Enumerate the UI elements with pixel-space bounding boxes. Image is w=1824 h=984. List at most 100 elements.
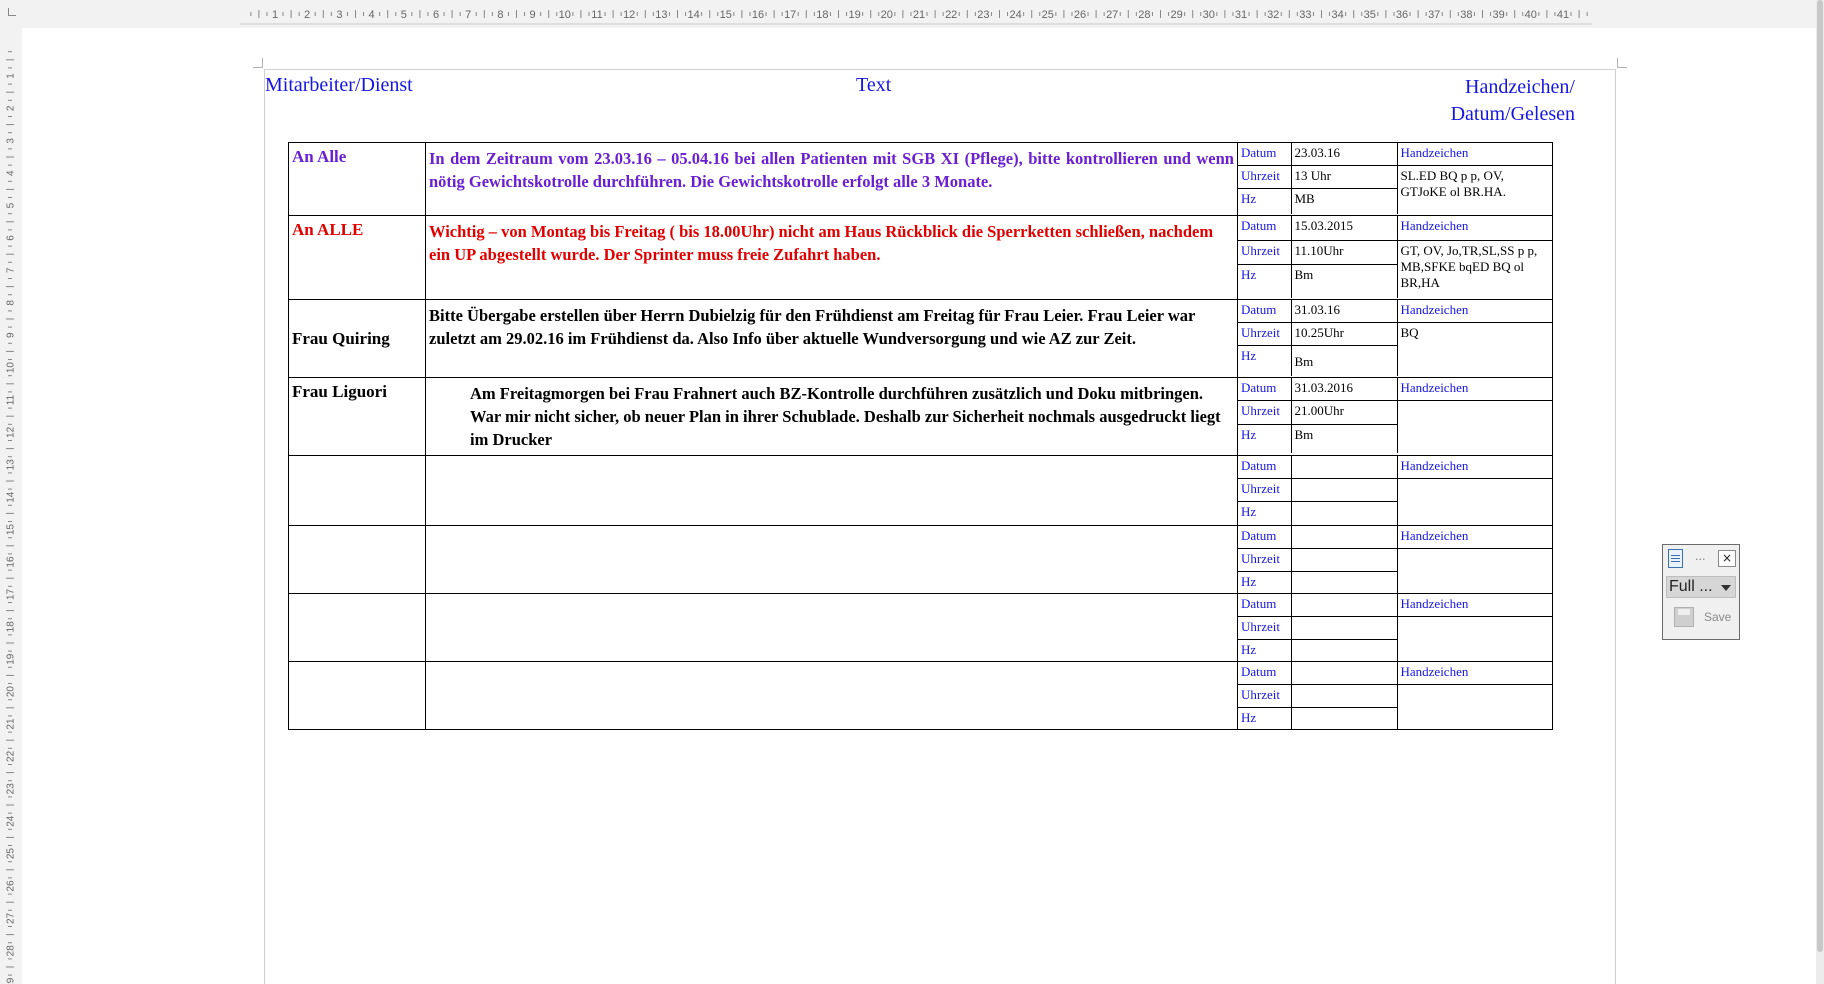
ruler-label: 38	[1460, 9, 1472, 21]
signatures-value[interactable]	[1397, 616, 1552, 661]
ruler-label: 26	[6, 880, 17, 892]
page-corner-mark	[1617, 58, 1627, 68]
header-text: Text	[856, 74, 892, 96]
table-row: Frau Liguori Am Freitagmorgen bei Frau F…	[288, 377, 1553, 456]
meta-table: Datum Handzeichen Uhrzeit Hz	[1238, 662, 1552, 729]
ruler-label: 34	[1331, 9, 1343, 21]
horizontal-ruler-scale: 1 2 3 4 5 6 7 8 9 10 11 12 13 14 15 16 17 18 19 20 21 22 23 24 2…	[240, 3, 1592, 25]
uhrzeit-value[interactable]	[1291, 684, 1398, 708]
header-handzeichen-line1: Handzeichen/	[1465, 76, 1575, 98]
hz-value[interactable]: Bm	[1291, 264, 1398, 298]
signatures-value[interactable]	[1397, 684, 1552, 729]
header-handzeichen-line2: Datum/Gelesen	[1450, 103, 1575, 125]
row-name[interactable]: An ALLE	[288, 215, 426, 300]
table-row: Datum Handzeichen Uhrzeit Hz	[288, 661, 1553, 730]
toolbar-overflow-icon[interactable]: ...	[1695, 550, 1706, 563]
ruler-label: 16	[6, 556, 17, 568]
ruler-label: 30	[1203, 9, 1215, 21]
ruler-label: 24	[1009, 9, 1021, 21]
uhrzeit-value[interactable]: 21.00Uhr	[1291, 400, 1398, 425]
row-text[interactable]	[425, 661, 1238, 730]
ruler-label: 21	[913, 9, 925, 21]
row-text[interactable]	[425, 593, 1238, 662]
ruler-label: 23	[6, 783, 17, 795]
document-page: Mitarbeiter/Dienst Text Handzeichen/ Dat…	[253, 58, 1627, 984]
ruler-label: 12	[623, 9, 635, 21]
zoom-select[interactable]: Full ...	[1666, 576, 1736, 598]
hz-value[interactable]	[1291, 501, 1398, 525]
meta-table: Datum Handzeichen Uhrzeit Hz	[1238, 456, 1552, 525]
signatures-value[interactable]	[1397, 478, 1552, 525]
close-button[interactable]: ×	[1718, 550, 1736, 567]
hz-value[interactable]	[1291, 571, 1398, 593]
hz-value[interactable]: Bm	[1291, 424, 1398, 453]
ruler-label: 2	[304, 9, 310, 21]
uhrzeit-value[interactable]	[1291, 548, 1398, 572]
ruler-corner-icon	[8, 8, 16, 16]
ruler-label: 11	[6, 394, 17, 405]
document-icon[interactable]	[1668, 549, 1683, 568]
ruler-label: 27	[1106, 9, 1118, 21]
ruler-label: 28	[1138, 9, 1150, 21]
datum-value[interactable]	[1291, 526, 1398, 549]
ruler-label: 5	[6, 202, 17, 208]
hz-label: Hz	[1238, 345, 1292, 376]
hz-value[interactable]: MB	[1291, 188, 1398, 214]
uhrzeit-value[interactable]	[1291, 478, 1398, 502]
save-button[interactable]: Save	[1666, 603, 1736, 631]
handzeichen-label: Handzeichen	[1397, 378, 1552, 401]
ruler-label: 3	[6, 138, 17, 144]
hz-label: Hz	[1238, 424, 1292, 453]
ruler-label: 22	[6, 750, 17, 762]
ruler-label: 29	[6, 977, 17, 984]
datum-value[interactable]: 31.03.2016	[1291, 378, 1398, 401]
uhrzeit-value[interactable]: 11.10Uhr	[1291, 240, 1398, 265]
uhrzeit-label: Uhrzeit	[1238, 684, 1292, 708]
row-name[interactable]: Frau Quiring	[288, 299, 426, 378]
vertical-ruler[interactable]: 1 2 3 4 5 6 7 8 9 10 11 12 13 14 15 16 17 18 19 20 21 22 23 24 2…	[0, 28, 22, 984]
row-text[interactable]: In dem Zeitraum vom 23.03.16 – 05.04.16 …	[425, 142, 1238, 216]
ruler-label: 9	[6, 332, 17, 338]
row-text[interactable]: Wichtig – von Montag bis Freitag ( bis 1…	[425, 215, 1238, 300]
uhrzeit-label: Uhrzeit	[1238, 548, 1292, 572]
datum-value[interactable]: 15.03.2015	[1291, 216, 1398, 241]
ruler-label: 14	[6, 491, 17, 503]
signatures-value[interactable]	[1397, 400, 1552, 453]
hz-value[interactable]	[1291, 639, 1398, 661]
row-text[interactable]: Am Freitagmorgen bei Frau Frahnert auch …	[425, 377, 1238, 456]
ruler-label: 19	[848, 9, 860, 21]
row-name[interactable]: An Alle	[288, 142, 426, 216]
row-text[interactable]	[425, 455, 1238, 526]
signatures-value[interactable]: SL.ED BQ p p, OV, GTJoKE ol BR.HA.	[1397, 165, 1552, 214]
datum-value[interactable]	[1291, 456, 1398, 479]
uhrzeit-value[interactable]: 13 Uhr	[1291, 165, 1398, 189]
row-name[interactable]	[288, 593, 426, 662]
uhrzeit-value[interactable]: 10.25Uhr	[1291, 322, 1398, 346]
row-name[interactable]: Frau Liguori	[288, 377, 426, 456]
meta-table: Datum 15.03.2015 Handzeichen Uhrzeit 11.…	[1238, 216, 1552, 298]
row-text[interactable]	[425, 525, 1238, 594]
datum-value[interactable]: 23.03.16	[1291, 143, 1398, 166]
scrollbar-thumb[interactable]	[1817, 0, 1823, 952]
row-text[interactable]: Bitte Übergabe erstellen über Herrn Dubi…	[425, 299, 1238, 378]
row-name[interactable]	[288, 455, 426, 526]
hz-value[interactable]	[1291, 707, 1398, 729]
signatures-value[interactable]: GT, OV, Jo,TR,SL,SS p p, MB,SFKE bqED BQ…	[1397, 240, 1552, 298]
hz-value[interactable]: Bm	[1291, 345, 1398, 376]
signatures-value[interactable]: BQ	[1397, 322, 1552, 376]
meta-table: Datum 31.03.16 Handzeichen Uhrzeit 10.25…	[1238, 300, 1552, 376]
datum-value[interactable]: 31.03.16	[1291, 300, 1398, 323]
ruler-label: 5	[401, 9, 407, 21]
horizontal-ruler[interactable]: 1 2 3 4 5 6 7 8 9 10 11 12 13 14 15 16 17 18 19 20 21 22 23 24 2…	[0, 0, 1824, 28]
datum-value[interactable]	[1291, 594, 1398, 617]
row-name[interactable]	[288, 525, 426, 594]
datum-value[interactable]	[1291, 662, 1398, 685]
vertical-scrollbar[interactable]	[1816, 0, 1824, 984]
ruler-label: 21	[6, 718, 17, 730]
hz-label: Hz	[1238, 501, 1292, 525]
datum-label: Datum	[1238, 300, 1292, 323]
row-name[interactable]	[288, 661, 426, 730]
uhrzeit-value[interactable]	[1291, 616, 1398, 640]
document-canvas: Mitarbeiter/Dienst Text Handzeichen/ Dat…	[22, 28, 1816, 984]
signatures-value[interactable]	[1397, 548, 1552, 593]
